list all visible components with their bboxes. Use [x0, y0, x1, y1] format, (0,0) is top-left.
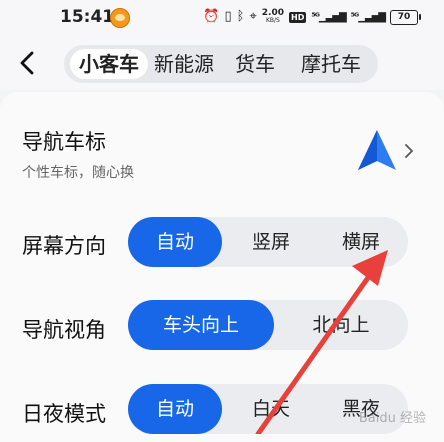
- view-north-up-option[interactable]: 北向上: [278, 300, 404, 350]
- orientation-auto-option[interactable]: 自动: [128, 217, 222, 267]
- signal-label-1: ⁵ᴳ: [311, 11, 320, 23]
- tab-motorcycle[interactable]: 摩托车: [296, 45, 366, 83]
- battery-level: 70: [397, 12, 411, 22]
- tab-new-energy[interactable]: 新能源: [150, 45, 218, 83]
- status-icons: ⏰ ▯ ᛒ ⌖ 2.00 KB/S HD ⁵ᴳ▁▃▅▇ ⁵ᴳ▁▃▅▇ 70: [203, 8, 421, 26]
- network-speed: 2.00 KB/S: [262, 9, 284, 25]
- network-speed-value: 2.00: [261, 8, 284, 18]
- battery-icon: 70: [390, 9, 421, 25]
- mode-day-option[interactable]: 白天: [228, 384, 314, 434]
- mode-auto-option[interactable]: 自动: [128, 384, 222, 434]
- alarm-icon: ⏰: [203, 9, 220, 24]
- day-night-label: 日夜模式: [22, 402, 106, 426]
- network-speed-unit: KB/S: [265, 17, 280, 24]
- hd-badge: HD: [289, 11, 307, 23]
- back-button[interactable]: [12, 46, 42, 80]
- tab-car[interactable]: 小客车: [70, 49, 148, 79]
- app-notification-icon: [110, 8, 130, 28]
- signal-icon-1: ⁵ᴳ▁▃▅▇: [311, 11, 346, 23]
- settings-card: 导航车标 个性车标，随心换 屏幕方向 自动 竖屏 横屏 导航视角 车头向上 北向…: [0, 92, 444, 442]
- status-time: 15:41: [60, 7, 115, 27]
- screen-orientation-segmented: 自动 竖屏 横屏: [128, 217, 408, 267]
- tab-truck[interactable]: 货车: [232, 45, 278, 83]
- signal-label-2: ⁵ᴳ: [350, 11, 360, 23]
- bluetooth-icon: ᛒ: [236, 9, 245, 24]
- chevron-right-icon: [405, 144, 413, 158]
- view-heading-up-option[interactable]: 车头向上: [128, 300, 274, 350]
- signal-icon-2: ⁵ᴳ▁▃▅▇: [350, 11, 386, 23]
- nav-icon-subtitle: 个性车标，随心换: [22, 165, 134, 181]
- vehicle-type-tabs: 小客车 新能源 货车 摩托车: [64, 45, 378, 83]
- vibrate-icon: ▯: [224, 9, 232, 24]
- screen-orientation-label: 屏幕方向: [22, 234, 106, 258]
- watermark: Baidu 经验: [358, 411, 426, 426]
- chevron-left-icon: [20, 51, 34, 75]
- location-icon: ⌖: [249, 9, 257, 24]
- orientation-landscape-option[interactable]: 横屏: [318, 217, 404, 267]
- status-bar: 15:41 ⏰ ▯ ᛒ ⌖ 2.00 KB/S HD ⁵ᴳ▁▃▅▇ ⁵ᴳ▁▃▅▇…: [0, 0, 444, 36]
- nav-view-label: 导航视角: [22, 318, 106, 342]
- nav-view-segmented: 车头向上 北向上: [128, 300, 408, 350]
- orientation-portrait-option[interactable]: 竖屏: [228, 217, 314, 267]
- header: 小客车 新能源 货车 摩托车: [0, 36, 444, 90]
- navigation-arrow-icon: [358, 130, 396, 170]
- nav-icon-title: 导航车标: [22, 130, 106, 154]
